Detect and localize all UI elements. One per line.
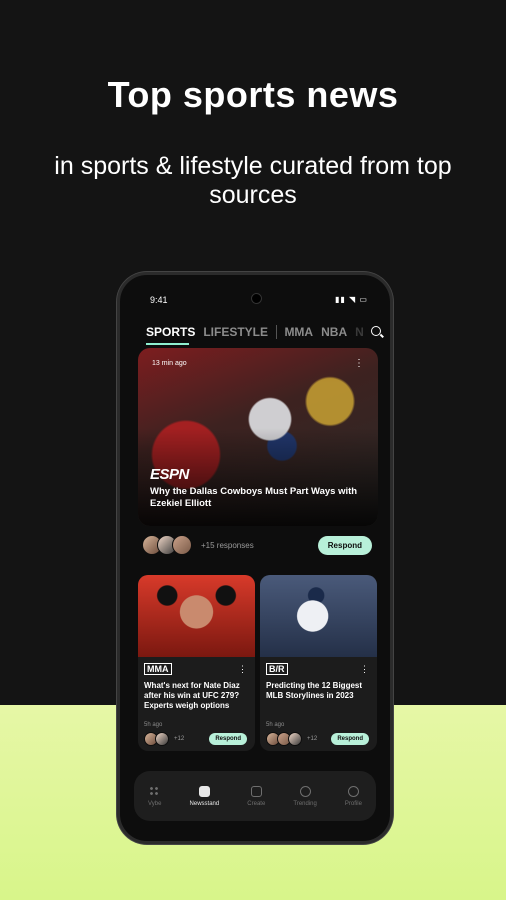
profile-icon (347, 785, 359, 797)
tab-nfl[interactable]: NFL (355, 325, 363, 339)
hero-source-logo: ESPN (150, 466, 189, 483)
dots-icon (149, 785, 161, 797)
more-options-icon[interactable]: ⋮ (360, 664, 369, 675)
article-response-row: +12 Respond (144, 732, 247, 746)
responder-avatars (142, 535, 192, 555)
avatar (172, 535, 192, 555)
article-response-row: +12 Respond (266, 732, 369, 746)
response-count: +12 (174, 736, 185, 742)
nav-label: Newsstand (189, 800, 220, 807)
article-age: 5h ago (144, 722, 163, 728)
category-tabs: SPORTS LIFESTYLE MMA NBA NFL (146, 323, 382, 345)
article-age: 5h ago (266, 722, 285, 728)
phone-frame: 9:41 ▮▮ ◥ ▭ SPORTS LIFESTYLE MMA NBA NFL… (117, 272, 393, 844)
article-source-logo: MMA (144, 663, 172, 675)
tab-nba[interactable]: NBA (321, 325, 347, 339)
nav-newsstand[interactable]: Newsstand (189, 785, 220, 807)
search-icon[interactable] (370, 326, 382, 338)
tab-mma[interactable]: MMA (284, 325, 313, 339)
nav-profile[interactable]: Profile (344, 785, 362, 807)
tab-sports[interactable]: SPORTS (146, 325, 195, 345)
hero-title[interactable]: Why the Dallas Cowboys Must Part Ways wi… (150, 486, 358, 510)
respond-button[interactable]: Respond (331, 733, 369, 745)
promo-headline: Top sports news (107, 74, 399, 115)
article-image (260, 575, 377, 657)
hero-article-card[interactable]: 13 min ago ⋮ ESPN Why the Dallas Cowboys… (138, 348, 378, 526)
more-options-icon[interactable]: ⋮ (354, 358, 364, 369)
article-source-logo: B/R (266, 663, 288, 675)
hero-time-ago: 13 min ago (152, 360, 187, 367)
article-card[interactable]: B/R ⋮ Predicting the 12 Biggest MLB Stor… (260, 575, 377, 751)
bottom-nav: Vybe Newsstand Create Trending Profile (134, 771, 376, 821)
more-options-icon[interactable]: ⋮ (238, 664, 247, 675)
status-time: 9:41 (150, 295, 168, 305)
nav-label: Trending (293, 800, 317, 807)
nav-label: Vybe (148, 800, 162, 807)
promo-subline: in sports & lifestyle curated from top s… (54, 152, 452, 209)
article-title[interactable]: Predicting the 12 Biggest MLB Storylines… (266, 681, 371, 701)
article-card[interactable]: MMA ⋮ What's next for Nate Diaz after hi… (138, 575, 255, 751)
nav-vybe[interactable]: Vybe (148, 785, 162, 807)
tab-lifestyle[interactable]: LIFESTYLE (203, 325, 268, 339)
nav-create[interactable]: Create (247, 785, 266, 807)
trending-icon (299, 785, 311, 797)
respond-button[interactable]: Respond (209, 733, 247, 745)
avatar (155, 732, 169, 746)
article-image (138, 575, 255, 657)
response-count: +12 (307, 736, 318, 742)
create-icon (250, 785, 262, 797)
nav-label: Create (247, 800, 266, 807)
article-title[interactable]: What's next for Nate Diaz after his win … (144, 681, 249, 711)
respond-button[interactable]: Respond (317, 535, 372, 555)
status-bar: 9:41 ▮▮ ◥ ▭ (150, 295, 368, 309)
response-count[interactable]: +15 responses (201, 541, 254, 550)
signal-wifi-battery-icon: ▮▮ ◥ ▭ (335, 295, 368, 304)
newsstand-icon (198, 785, 210, 797)
nav-label: Profile (344, 800, 362, 807)
nav-trending[interactable]: Trending (293, 785, 317, 807)
avatar (288, 732, 302, 746)
hero-response-row: +15 responses Respond (142, 533, 372, 557)
